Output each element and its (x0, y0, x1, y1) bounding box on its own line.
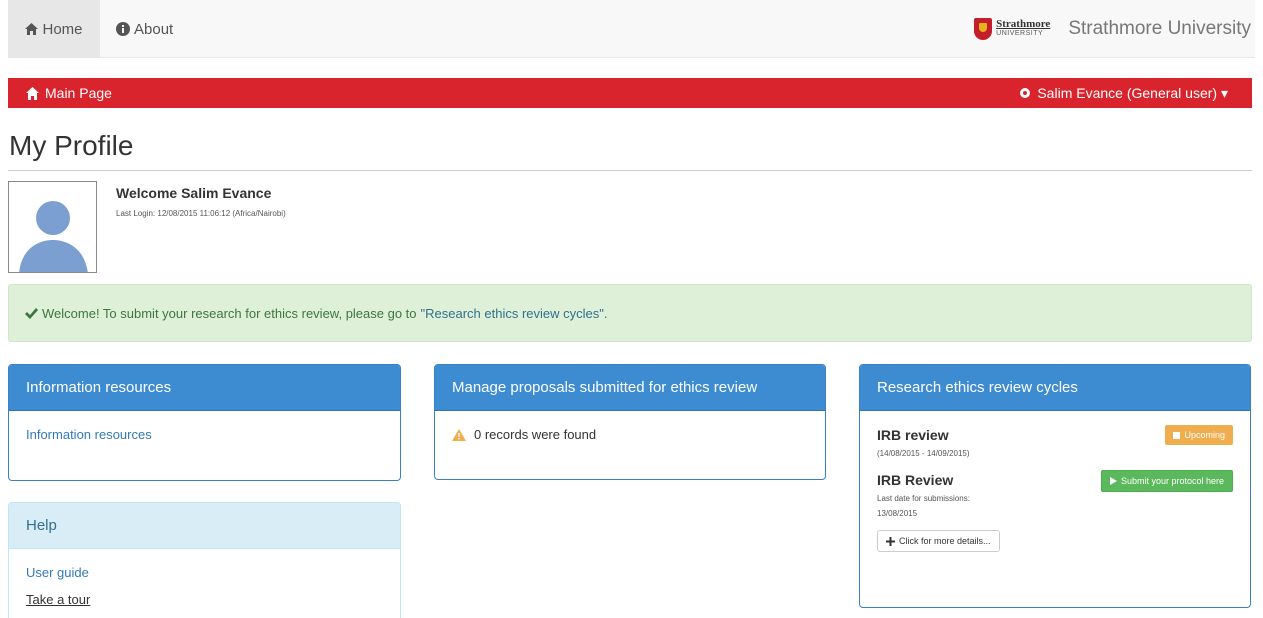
avatar (8, 181, 97, 273)
information-resources-link[interactable]: Information resources (26, 427, 383, 442)
panel-heading: Manage proposals submitted for ethics re… (435, 365, 825, 411)
more-details-label: Click for more details... (899, 536, 991, 546)
logo-line-1: Strathmore (996, 18, 1051, 30)
welcome-alert: Welcome! To submit your research for eth… (8, 284, 1252, 342)
logo-line-2: UNIVERSITY (996, 30, 1044, 37)
submit-protocol-label: Submit your protocol here (1120, 476, 1224, 486)
crest-icon (974, 18, 993, 40)
deadline-label: Last date for submissions: (877, 494, 970, 503)
no-records-message: 0 records were found (452, 427, 808, 442)
nav-about-label: About (134, 20, 174, 38)
help-panel: Help User guide Take a tour (8, 502, 401, 618)
home-icon (25, 23, 39, 35)
check-icon (25, 307, 38, 319)
panel-heading: Information resources (9, 365, 400, 411)
cycle-dates: (14/08/2015 - 14/09/2015) (877, 449, 970, 458)
brand-name: Strathmore University (1068, 18, 1251, 39)
no-records-text: 0 records were found (474, 427, 597, 442)
user-menu-label: Salim Evance (General user) ▾ (1037, 84, 1228, 101)
play-icon (1109, 477, 1117, 485)
take-a-tour-link[interactable]: Take a tour (26, 592, 383, 607)
panel-heading: Help (9, 503, 400, 549)
user-guide-link[interactable]: User guide (26, 565, 383, 580)
user-silhouette-icon (19, 201, 88, 272)
submit-protocol-button[interactable]: Submit your protocol here (1100, 470, 1233, 492)
gear-icon (1020, 88, 1031, 98)
welcome-heading: Welcome Salim Evance (116, 185, 272, 201)
review-cycles-link[interactable]: "Research ethics review cycles". (421, 306, 608, 321)
page-title: My Profile (9, 130, 134, 161)
sitemap-home-icon (26, 86, 39, 100)
upcoming-badge: Upcoming (1165, 425, 1233, 445)
university-logo: Strathmore UNIVERSITY (974, 18, 1050, 40)
main-page-link[interactable]: Main Page (26, 78, 112, 108)
nav-home-link[interactable]: Home (8, 0, 100, 58)
panel-heading: Research ethics review cycles (860, 365, 1250, 411)
information-resources-panel: Information resources Information resour… (8, 364, 401, 481)
review-cycles-panel: Research ethics review cycles IRB review… (859, 364, 1251, 608)
cycle-item: IRB Review Last date for submissions: 13… (877, 470, 1233, 552)
main-menu-bar: Main Page Salim Evance (General user) ▾ (8, 78, 1252, 108)
info-circle-icon (116, 22, 130, 36)
warning-icon (452, 428, 466, 441)
title-divider (8, 170, 1252, 171)
user-menu-dropdown[interactable]: Salim Evance (General user) ▾ (1019, 78, 1228, 108)
last-login-text: Last Login: 12/08/2015 11:06:12 (Africa/… (116, 209, 286, 218)
plus-icon (886, 536, 895, 546)
nav-about-link[interactable]: About (116, 0, 173, 58)
nav-home-label: Home (42, 20, 83, 38)
more-details-button[interactable]: Click for more details... (877, 530, 1000, 552)
top-navbar: Home About Strathmore UNIVERSITY Strathm… (8, 0, 1255, 58)
cycle-item: IRB review (14/08/2015 - 14/09/2015) Upc… (877, 425, 1233, 458)
upcoming-badge-label: Upcoming (1184, 430, 1225, 440)
square-icon (1173, 431, 1181, 439)
alert-text: Welcome! To submit your research for eth… (42, 305, 417, 321)
deadline-date: 13/08/2015 (877, 509, 918, 518)
brand[interactable]: Strathmore UNIVERSITY Strathmore Univers… (974, 0, 1251, 58)
manage-proposals-panel: Manage proposals submitted for ethics re… (434, 364, 826, 480)
main-page-label: Main Page (45, 85, 112, 101)
